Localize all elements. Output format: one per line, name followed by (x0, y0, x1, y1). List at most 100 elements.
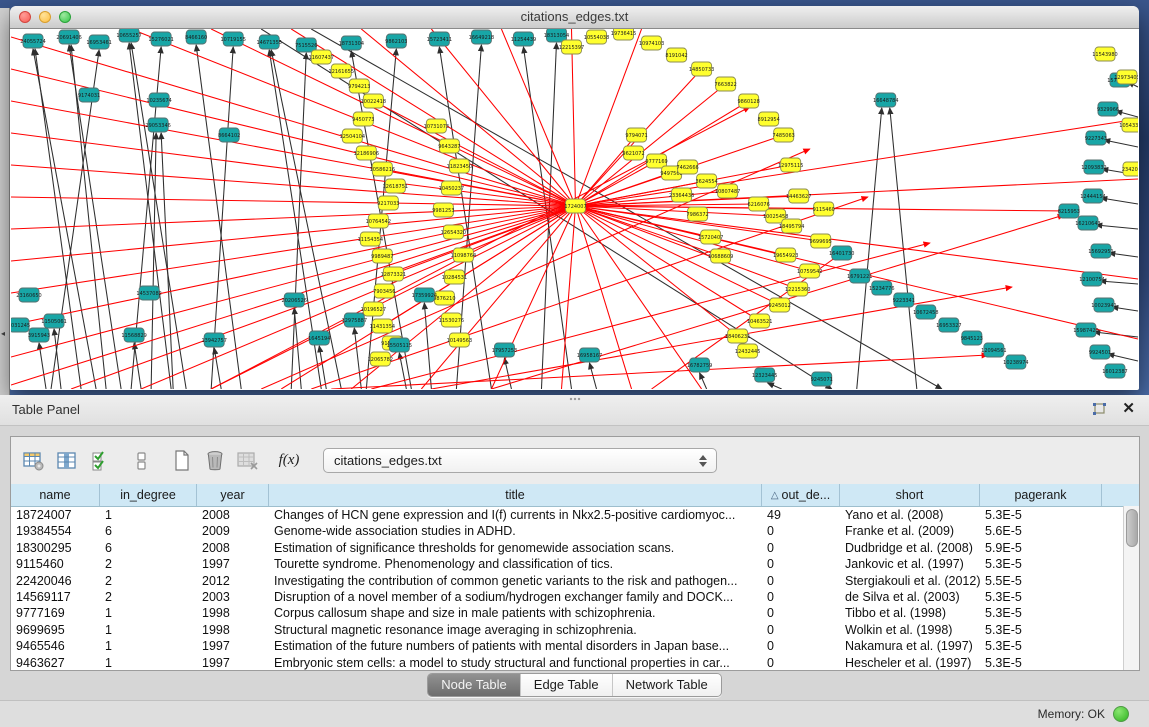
network-node[interactable]: 16958167 (577, 348, 602, 362)
network-canvas-svg[interactable]: 2405572420691406169534611065525715276021… (11, 29, 1138, 389)
network-node[interactable]: 11607437 (309, 50, 334, 64)
network-node[interactable]: 11431354 (370, 319, 395, 333)
network-node[interactable]: 19736415 (611, 29, 636, 40)
column-header-out_degree[interactable]: △out_de... (762, 484, 840, 506)
table-row[interactable]: 911546021997Tourette syndrome. Phenomeno… (11, 556, 1139, 572)
network-node[interactable]: 15505115 (387, 338, 412, 352)
network-node[interactable]: 16953327 (936, 318, 961, 332)
network-node[interactable]: 9981253 (432, 203, 454, 217)
network-node[interactable]: 9217033 (377, 196, 399, 210)
column-header-year[interactable]: year (197, 484, 269, 506)
network-node[interactable]: 9924501 (1089, 345, 1111, 359)
network-node[interactable]: 9245012 (769, 298, 791, 312)
delete-table-button[interactable] (233, 446, 263, 476)
network-node[interactable]: 9621072 (622, 146, 644, 160)
network-node[interactable]: 3915943 (28, 328, 50, 342)
tab-network-table[interactable]: Network Table (612, 674, 721, 696)
network-node[interactable]: 11823450 (447, 159, 472, 173)
window-minimize-button[interactable] (39, 11, 51, 23)
network-node[interactable]: 15987420 (1073, 323, 1098, 337)
network-node[interactable]: 11098764 (451, 248, 476, 262)
network-node[interactable]: 10764542 (366, 214, 391, 228)
network-node[interactable]: 10759542 (797, 264, 822, 278)
column-header-short[interactable]: short (840, 484, 980, 506)
network-node[interactable]: 9245071 (811, 372, 833, 386)
table-row[interactable]: 946362711997Embryonic stem cells: a mode… (11, 655, 1139, 671)
network-node[interactable]: 11530276 (439, 313, 464, 327)
network-node[interactable]: 10586216 (370, 162, 395, 176)
network-node[interactable]: 10149563 (447, 333, 472, 347)
network-node[interactable]: 16210643 (1075, 216, 1100, 230)
network-node[interactable]: 16953461 (86, 35, 111, 49)
panel-collapse-arrow-icon[interactable]: ◂ (1, 330, 5, 338)
network-node[interactable]: 12215360 (785, 282, 810, 296)
network-node[interactable]: 23364436 (669, 188, 694, 202)
network-node[interactable]: 10235674 (146, 93, 171, 107)
vertical-scrollbar[interactable] (1123, 506, 1139, 670)
network-node[interactable]: 11568829 (121, 328, 146, 342)
left-collapsed-panel[interactable]: ◂ (0, 8, 10, 395)
network-node[interactable]: 12975887 (342, 313, 367, 327)
close-panel-button[interactable]: ✕ (1122, 399, 1135, 417)
network-node[interactable]: 12161655 (329, 64, 354, 78)
column-header-pagerank[interactable]: pagerank (980, 484, 1102, 506)
network-node[interactable]: 10022418 (361, 94, 386, 108)
network-node[interactable]: 10284531 (442, 270, 467, 284)
table-select-dropdown[interactable]: citations_edges.txt (323, 448, 717, 473)
network-node[interactable]: 8664102 (218, 128, 240, 142)
network-node[interactable]: 15720407 (698, 230, 723, 244)
network-node[interactable]: 14671355 (256, 35, 281, 49)
network-node[interactable]: 9860128 (738, 94, 760, 108)
network-node[interactable]: 9227343 (1085, 131, 1107, 145)
network-node[interactable]: 12432445 (735, 344, 760, 358)
network-node[interactable]: 10543349 (1119, 118, 1138, 132)
table-row[interactable]: 946554611997Estimation of the future num… (11, 638, 1139, 654)
scrollbar-thumb[interactable] (1126, 509, 1138, 547)
network-node[interactable]: 13942757 (201, 333, 226, 347)
network-node[interactable]: 9862103 (385, 34, 407, 48)
network-node[interactable]: 12975115 (778, 158, 803, 172)
network-node[interactable]: 9643287 (438, 139, 460, 153)
network-node[interactable]: 9174031 (78, 88, 100, 102)
network-node[interactable]: 15692951 (1088, 244, 1113, 258)
network-node[interactable]: 14463627 (786, 189, 811, 203)
window-close-button[interactable] (19, 11, 31, 23)
network-node[interactable]: 12504104 (340, 129, 365, 143)
network-node[interactable]: 10731073 (424, 119, 449, 133)
table-row[interactable]: 1456911722003Disruption of a novel membe… (11, 589, 1139, 605)
network-node[interactable]: 18731304 (339, 36, 364, 50)
network-node[interactable]: 3624554 (695, 174, 717, 188)
network-node[interactable]: 7462666 (676, 160, 698, 174)
network-node[interactable]: 10672458 (913, 305, 938, 319)
network-canvas[interactable]: 2405572420691406169534611065525715276021… (11, 29, 1138, 389)
network-node[interactable]: 16649218 (469, 30, 494, 44)
network-node[interactable]: 1645194 (308, 331, 330, 345)
column-header-in_degree[interactable]: in_degree (100, 484, 197, 506)
row-selection-button[interactable] (85, 446, 115, 476)
network-node[interactable]: 10450237 (439, 181, 464, 195)
float-panel-button[interactable] (1091, 402, 1107, 418)
network-node[interactable]: 9115460 (813, 202, 835, 216)
network-node[interactable]: 14537082 (136, 286, 161, 300)
panel-resize-grip[interactable] (569, 397, 581, 401)
network-node[interactable]: 8215953 (1058, 204, 1080, 218)
table-mode-button[interactable] (19, 446, 49, 476)
column-header-title[interactable]: title (269, 484, 762, 506)
network-node[interactable]: 14850733 (689, 62, 714, 76)
network-node[interactable]: 2342004 (1122, 162, 1138, 176)
tab-edge-table[interactable]: Edge Table (520, 674, 612, 696)
network-node[interactable]: 12323445 (752, 368, 777, 382)
table-row[interactable]: 969969511998Structural magnetic resonanc… (11, 622, 1139, 638)
table-row[interactable]: 1938455462009Genome-wide association stu… (11, 523, 1139, 539)
network-node[interactable]: 17359924 (412, 288, 437, 302)
network-node[interactable]: 16791221 (847, 269, 872, 283)
network-node[interactable]: 9845123 (961, 331, 983, 345)
table-row[interactable]: 1830029562008Estimation of significance … (11, 540, 1139, 556)
network-node[interactable]: 7903456 (373, 284, 395, 298)
network-node[interactable]: 15276021 (148, 32, 173, 46)
network-node[interactable]: 9329966 (1097, 102, 1119, 116)
network-node[interactable]: 24055724 (20, 34, 45, 48)
network-node[interactable]: 17957253 (492, 343, 517, 357)
network-node[interactable]: 10807487 (715, 184, 740, 198)
network-window-titlebar[interactable]: citations_edges.txt (10, 6, 1139, 29)
